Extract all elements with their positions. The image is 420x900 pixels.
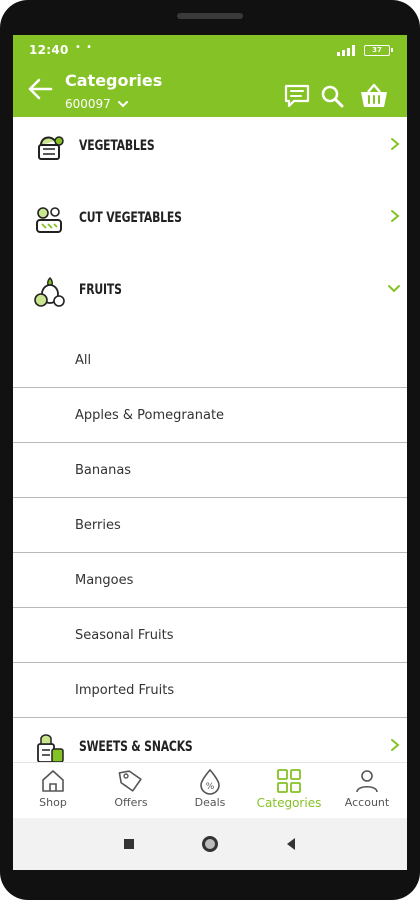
bottom-navigation: Shop Offers % Deals Categories Account bbox=[13, 762, 407, 818]
subcategory-seasonal-fruits[interactable]: Seasonal Fruits bbox=[13, 608, 407, 663]
basket-icon[interactable] bbox=[359, 83, 389, 109]
category-label: SWEETS & SNACKS bbox=[79, 739, 193, 755]
battery-icon: 37 bbox=[364, 45, 393, 56]
category-row-cut-vegetables[interactable]: CUT VEGETABLES bbox=[13, 189, 407, 261]
chat-icon[interactable] bbox=[283, 83, 311, 109]
subcategory-label: Apples & Pomegranate bbox=[75, 408, 225, 423]
pincode-selector[interactable]: 600097 bbox=[65, 97, 128, 111]
subcategory-label: Bananas bbox=[75, 463, 132, 478]
subcategory-mangoes[interactable]: Mangoes bbox=[13, 553, 407, 608]
grid-icon bbox=[277, 769, 301, 793]
back-arrow-icon[interactable] bbox=[25, 75, 55, 103]
pincode-value: 600097 bbox=[65, 97, 111, 111]
nav-categories[interactable]: Categories bbox=[251, 767, 327, 817]
nav-label: Offers bbox=[114, 796, 148, 809]
sweets-snacks-icon bbox=[37, 734, 64, 762]
nav-shop[interactable]: Shop bbox=[15, 767, 91, 817]
vegetables-icon bbox=[38, 136, 64, 160]
phone-speaker bbox=[177, 13, 243, 19]
category-label: CUT VEGETABLES bbox=[79, 210, 182, 226]
category-row-vegetables[interactable]: VEGETABLES bbox=[13, 117, 407, 189]
status-bar: 12:40 • • 37 bbox=[13, 35, 407, 65]
page-title: Categories bbox=[65, 71, 163, 90]
category-row-fruits[interactable]: FRUITS bbox=[13, 261, 407, 333]
signal-icon bbox=[337, 45, 355, 56]
chevron-down-icon bbox=[117, 101, 128, 108]
chevron-right-icon bbox=[391, 138, 400, 150]
tag-icon bbox=[118, 770, 142, 792]
chevron-down-icon bbox=[388, 285, 400, 293]
subcategory-label: Imported Fruits bbox=[75, 683, 175, 698]
nav-deals[interactable]: % Deals bbox=[172, 767, 248, 817]
back-button-icon[interactable] bbox=[281, 834, 301, 854]
cut-vegetables-icon bbox=[36, 207, 62, 233]
fruits-subcategory-list: All Apples & Pomegranate Bananas Berries… bbox=[13, 333, 407, 718]
fruits-icon bbox=[34, 277, 65, 307]
category-list: VEGETABLES CUT VEGETABLES FRUITS All App… bbox=[13, 117, 407, 762]
subcategory-bananas[interactable]: Bananas bbox=[13, 443, 407, 498]
subcategory-berries[interactable]: Berries bbox=[13, 498, 407, 553]
subcategory-all[interactable]: All bbox=[13, 333, 407, 388]
subcategory-label: Mangoes bbox=[75, 573, 134, 588]
status-time: 12:40 bbox=[29, 43, 69, 57]
subcategory-label: All bbox=[75, 353, 92, 368]
recents-icon[interactable] bbox=[119, 834, 139, 854]
subcategory-label: Seasonal Fruits bbox=[75, 628, 174, 643]
chevron-right-icon bbox=[391, 739, 400, 751]
chevron-right-icon bbox=[391, 210, 400, 222]
nav-label: Account bbox=[344, 796, 390, 809]
category-label: VEGETABLES bbox=[79, 138, 155, 154]
search-icon[interactable] bbox=[319, 83, 347, 109]
app-screen: 12:40 • • 37 Categories 600097 VEGETABLE… bbox=[13, 35, 407, 870]
system-navigation-bar bbox=[13, 818, 407, 870]
category-label: FRUITS bbox=[79, 282, 122, 298]
notification-dots: • • bbox=[75, 42, 93, 53]
nav-account[interactable]: Account bbox=[329, 767, 405, 817]
home-icon bbox=[42, 770, 64, 792]
subcategory-imported-fruits[interactable]: Imported Fruits bbox=[13, 663, 407, 718]
nav-label: Shop bbox=[39, 796, 67, 809]
subcategory-label: Berries bbox=[75, 518, 121, 533]
subcategory-apples-pomegranate[interactable]: Apples & Pomegranate bbox=[13, 388, 407, 443]
home-button-icon[interactable] bbox=[200, 834, 220, 854]
nav-label: Deals bbox=[194, 796, 226, 809]
svg-text:%: % bbox=[206, 782, 215, 792]
nav-offers[interactable]: Offers bbox=[93, 767, 169, 817]
nav-label: Categories bbox=[256, 796, 322, 810]
phone-frame: 12:40 • • 37 Categories 600097 VEGETABLE… bbox=[0, 0, 420, 900]
app-bar: 12:40 • • 37 Categories 600097 bbox=[13, 35, 407, 117]
percent-drop-icon: % bbox=[200, 768, 220, 795]
category-row-sweets-snacks[interactable]: SWEETS & SNACKS bbox=[13, 718, 407, 762]
user-icon bbox=[356, 770, 378, 793]
